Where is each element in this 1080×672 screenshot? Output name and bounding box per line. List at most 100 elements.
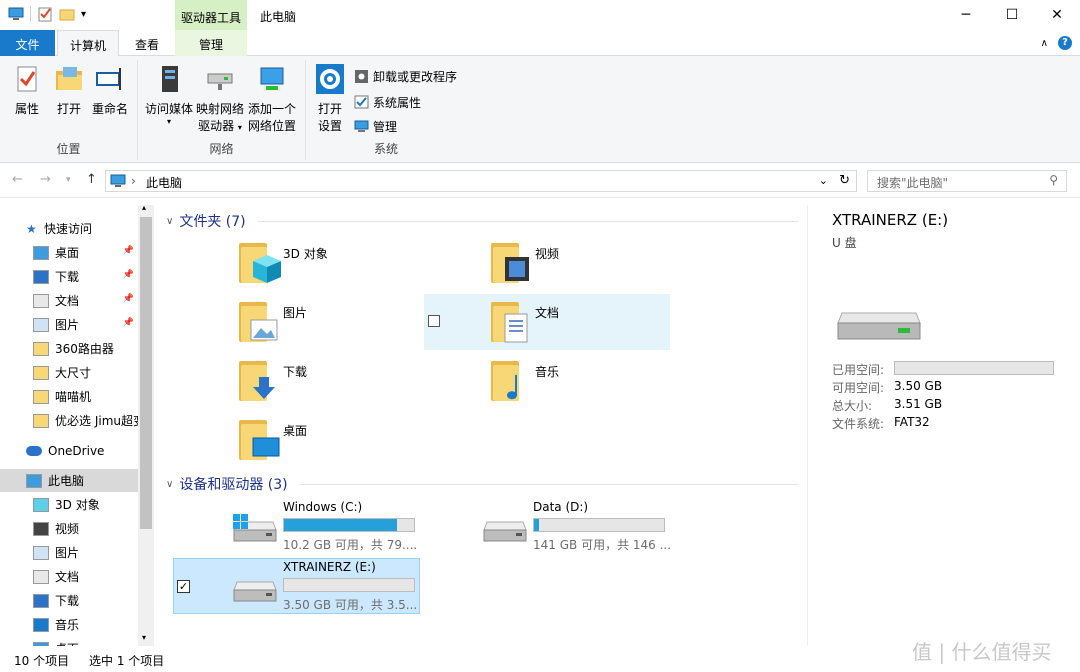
folder-item[interactable]: 下载 — [237, 355, 307, 403]
devices-section-header[interactable]: ∨ 设备和驱动器 (3) — [166, 474, 288, 494]
refresh-icon[interactable]: ↻ — [839, 173, 850, 188]
sidebar-item[interactable]: 喵喵机 — [0, 385, 138, 408]
sidebar-item-label: 快速访问 — [44, 222, 93, 236]
sidebar-item[interactable]: ★ 快速访问 — [0, 217, 138, 240]
free-space-value: 3.50 GB — [894, 379, 943, 393]
scrollbar-thumb[interactable] — [140, 217, 152, 529]
sidebar-item[interactable]: 此电脑 — [0, 469, 138, 492]
computer-icon — [26, 473, 42, 488]
drive-free-space: 3.50 GB 可用，共 3.5... — [283, 598, 418, 612]
folders-section-header[interactable]: ∨ 文件夹 (7) — [166, 211, 246, 231]
tab-file[interactable]: 文件 — [0, 30, 55, 56]
sidebar-item[interactable]: 文档 — [0, 565, 138, 588]
uninstall-button[interactable]: 卸载或更改程序 — [354, 68, 457, 85]
group-network: 访问媒体 ▾ 映射网络 驱动器 ▾ 添加一个 网络位置 网络 — [138, 60, 306, 160]
system-properties-button[interactable]: 系统属性 — [354, 94, 421, 111]
item-checkbox[interactable] — [428, 315, 440, 327]
sidebar-item[interactable]: 360路由器 — [0, 337, 138, 360]
map-network-drive-button[interactable]: 映射网络 驱动器 ▾ — [194, 64, 246, 136]
sidebar-item[interactable]: 下载 📌 — [0, 265, 138, 288]
properties-button[interactable]: 属性 — [10, 64, 44, 118]
tab-manage[interactable]: 管理 — [175, 30, 247, 56]
open-settings-label-1: 打开 — [317, 102, 342, 116]
drive-item[interactable]: Windows (C:) 10.2 GB 可用，共 79.... — [230, 500, 420, 552]
sidebar-item[interactable]: 视频 — [0, 517, 138, 540]
search-input[interactable]: 搜索"此电脑" ⚲ — [867, 170, 1067, 192]
folder-item[interactable]: 桌面 — [237, 414, 307, 462]
rename-icon — [96, 68, 121, 90]
address-bar[interactable]: › 此电脑 ⌄ ↻ — [105, 170, 857, 192]
maximize-icon[interactable]: ☐ — [989, 0, 1035, 30]
breadcrumb-this-pc[interactable]: 此电脑 — [146, 174, 182, 191]
add-network-location-button[interactable]: 添加一个 网络位置 — [246, 64, 298, 135]
sidebar-item-label: 视频 — [55, 522, 80, 536]
library-icon — [33, 497, 49, 512]
navigation-bar: ← → ▾ ↑ › 此电脑 ⌄ ↻ 搜索"此电脑" ⚲ — [0, 164, 1080, 198]
help-icon[interactable]: ? — [1058, 36, 1072, 50]
folder-item[interactable]: 视频 — [489, 237, 559, 285]
properties-label: 属性 — [14, 102, 39, 116]
tab-computer[interactable]: 计算机 — [57, 30, 119, 57]
group-location: 属性 打开 重命名 位置 — [0, 60, 138, 160]
sidebar-item[interactable]: 图片 📌 — [0, 313, 138, 336]
close-icon[interactable]: ✕ — [1034, 0, 1080, 30]
drive-name: Data (D:) — [533, 500, 589, 514]
open-button[interactable]: 打开 — [52, 64, 86, 118]
drive-item[interactable]: XTRAINERZ (E:) 3.50 GB 可用，共 3.5... — [230, 560, 420, 612]
scroll-up-icon[interactable]: ▴ — [142, 203, 146, 212]
sidebar-item[interactable]: 桌面 — [0, 637, 138, 646]
navigation-scrollbar[interactable]: ▴ ▾ — [138, 203, 154, 646]
access-media-button[interactable]: 访问媒体 ▾ — [144, 64, 194, 126]
folders-section-title: 文件夹 (7) — [179, 214, 246, 230]
back-arrow-icon[interactable]: ← — [12, 172, 23, 187]
open-folder-icon — [56, 67, 82, 90]
recent-chevron-icon[interactable]: ▾ — [66, 175, 71, 185]
sidebar-item[interactable]: 音乐 — [0, 613, 138, 636]
map-drive-label-2: 驱动器 — [198, 119, 235, 133]
chevron-down-icon[interactable]: ▾ — [81, 9, 86, 20]
sidebar-item[interactable]: 桌面 📌 — [0, 241, 138, 264]
collapse-ribbon-icon[interactable]: ∧ — [1041, 38, 1048, 49]
address-dropdown-icon[interactable]: ⌄ — [819, 174, 828, 187]
item-checkbox-checked[interactable]: ✓ — [177, 580, 190, 593]
rename-button[interactable]: 重命名 — [90, 64, 130, 118]
up-arrow-icon[interactable]: ↑ — [86, 172, 97, 187]
computer-icon — [8, 7, 24, 20]
folder-item[interactable]: 3D 对象 — [237, 237, 328, 285]
quick-access-toolbar: ▾ — [8, 6, 86, 22]
sidebar-item[interactable]: 文档 📌 — [0, 289, 138, 312]
sidebar-item[interactable]: 图片 — [0, 541, 138, 564]
pin-icon: 📌 — [122, 246, 134, 256]
folder-icon — [237, 355, 277, 403]
new-folder-icon[interactable] — [59, 6, 75, 22]
file-system-value: FAT32 — [894, 415, 930, 429]
library-icon — [33, 617, 49, 632]
manage-button[interactable]: 管理 — [354, 118, 397, 135]
folder-item[interactable]: 文档 — [489, 296, 559, 344]
free-space-label: 可用空间: — [832, 381, 885, 395]
sidebar-item[interactable]: 大尺寸 — [0, 361, 138, 384]
watermark-text: 值 | 什么值得买 — [912, 640, 1052, 664]
sidebar-item[interactable]: 下载 — [0, 589, 138, 612]
forward-arrow-icon[interactable]: → — [40, 172, 51, 187]
properties-icon[interactable] — [37, 6, 53, 22]
scroll-down-icon[interactable]: ▾ — [142, 633, 146, 642]
minimize-icon[interactable]: ─ — [943, 0, 989, 30]
group-network-label: 网络 — [209, 142, 234, 156]
drive-usage-bar — [533, 518, 665, 532]
item-count: 10 个项目 — [14, 654, 70, 668]
drive-item[interactable]: Data (D:) 141 GB 可用，共 146 ... — [480, 500, 671, 552]
ribbon-controls: ∧ ? — [1041, 36, 1072, 50]
sidebar-item[interactable]: OneDrive — [0, 439, 138, 462]
sidebar-item[interactable]: 3D 对象 — [0, 493, 138, 516]
open-settings-label-2: 设置 — [317, 119, 342, 133]
folder-item[interactable]: 音乐 — [489, 355, 559, 403]
open-settings-button[interactable]: 打开 设置 — [312, 64, 348, 135]
folder-item[interactable]: 图片 — [237, 296, 307, 344]
window-title: 此电脑 — [260, 10, 297, 24]
tab-view[interactable]: 查看 — [122, 30, 172, 56]
devices-section-title: 设备和驱动器 (3) — [179, 477, 288, 493]
library-icon — [33, 317, 49, 332]
sidebar-item[interactable]: 优必选 Jimu超变 — [0, 409, 138, 432]
hard-drive-icon — [482, 518, 527, 542]
